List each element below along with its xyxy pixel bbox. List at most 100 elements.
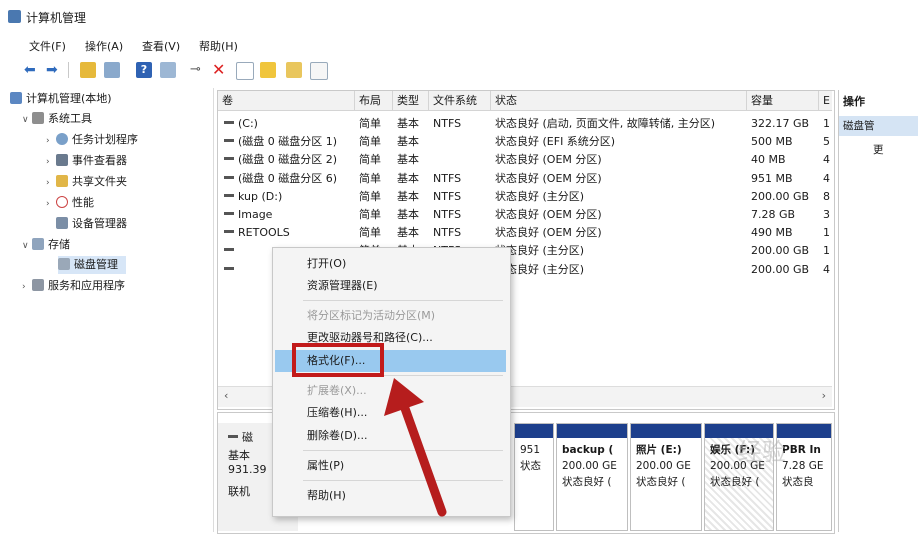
table-cell: 4 — [823, 171, 830, 185]
open-icon[interactable] — [286, 62, 302, 78]
toolbar: ⬅ ➡ ? ⊸ ✕ — [0, 58, 918, 84]
disk-type: 基本 — [228, 449, 250, 462]
tree-item-system-tools[interactable]: ∨ 系统工具 — [22, 110, 92, 128]
table-cell: 状态良好 (主分区) — [495, 189, 585, 203]
table-cell: 3 — [823, 208, 830, 221]
tree-item-performance[interactable]: › 性能 — [46, 194, 94, 212]
partition-oem[interactable]: 951 状态 — [514, 423, 554, 531]
table-row[interactable]: (磁盘 0 磁盘分区 6) 简单 基本 NTFS 状态良好 (OEM 分区) 951 MB… — [218, 170, 832, 188]
table-cell: 1 — [823, 244, 830, 258]
volume-icon — [224, 230, 234, 234]
table-cell: 简单 — [359, 117, 381, 130]
table-cell: 基本 — [397, 135, 419, 149]
disk-management-icon — [58, 258, 70, 270]
table-row[interactable]: (C:) 简单 基本 NTFS 状态良好 (启动, 页面文件, 故障转储, 主分区) 32… — [218, 115, 832, 133]
folder-icon[interactable] — [260, 62, 276, 78]
tree-item-shared-folders[interactable]: › 共享文件夹 — [46, 173, 127, 191]
table-cell: NTFS — [433, 208, 462, 221]
shared-folder-icon — [56, 175, 68, 187]
table-cell: NTFS — [433, 171, 462, 185]
table-cell: kup (D:) — [224, 188, 354, 206]
table-row[interactable]: kup (D:) 简单 基本 NTFS 状态良好 (主分区) 200.00 GB 8 — [218, 188, 832, 206]
table-cell: 状态良好 (主分区) — [495, 262, 585, 276]
table-row[interactable]: Image 简单 基本 NTFS 状态良好 (OEM 分区) 7.28 GB 3 — [218, 206, 832, 224]
scroll-right-icon[interactable]: › — [822, 389, 826, 402]
table-cell: (磁盘 0 磁盘分区 2) — [224, 151, 354, 169]
table-cell: 8 — [823, 189, 830, 203]
table-cell: 简单 — [359, 171, 381, 185]
tree-item-device-manager[interactable]: 设备管理器 — [56, 215, 127, 233]
back-icon[interactable]: ⬅ — [24, 62, 40, 78]
column-header-status[interactable]: 状态 — [491, 91, 747, 111]
column-header-capacity[interactable]: 容量 — [747, 91, 819, 111]
up-folder-icon[interactable] — [80, 62, 96, 78]
tree-item-task-scheduler[interactable]: › 任务计划程序 — [46, 131, 138, 149]
table-cell: 简单 — [359, 226, 381, 240]
column-header-type[interactable]: 类型 — [393, 91, 429, 111]
tree-item-root[interactable]: 计算机管理(本地) — [10, 90, 112, 108]
connect-icon[interactable]: ⊸ — [190, 62, 206, 78]
window-icon[interactable] — [310, 62, 328, 80]
column-header-volume[interactable]: 卷 — [218, 91, 355, 111]
table-cell: 基本 — [397, 171, 419, 185]
table-cell: 40 MB — [751, 153, 786, 167]
clock-icon — [56, 133, 68, 145]
services-icon — [32, 279, 44, 291]
checklist-icon[interactable] — [236, 62, 254, 80]
event-viewer-icon — [56, 154, 68, 166]
table-cell: 简单 — [359, 208, 381, 221]
table-cell: 状态良好 (OEM 分区) — [495, 208, 602, 221]
menu-separator — [303, 300, 503, 301]
table-cell: (磁盘 0 磁盘分区 1) — [224, 133, 354, 151]
help-icon[interactable]: ? — [136, 62, 152, 78]
menu-view[interactable]: 查看(V) — [142, 38, 180, 54]
menu-help[interactable]: 帮助(H) — [199, 38, 238, 54]
table-cell: RETOOLS — [224, 224, 354, 242]
tree-item-services-apps[interactable]: › 服务和应用程序 — [22, 277, 125, 295]
volume-icon — [224, 157, 234, 161]
table-cell: 状态良好 (EFI 系统分区) — [495, 135, 616, 149]
volume-icon — [224, 212, 234, 215]
action-more[interactable]: 更 — [873, 142, 884, 157]
disk-size: 931.39 — [228, 463, 267, 476]
device-manager-icon — [56, 217, 68, 229]
action-pane: 操作 磁盘管 更 — [838, 90, 918, 532]
table-cell: 状态良好 (主分区) — [495, 244, 585, 258]
forward-icon[interactable]: ➡ — [46, 62, 62, 78]
action-disk-management[interactable]: 磁盘管 — [839, 116, 918, 136]
partition-backup[interactable]: backup (200.00 GE 状态良好 ( — [556, 423, 628, 531]
computer-icon — [10, 92, 22, 104]
scroll-left-icon[interactable]: ‹ — [224, 389, 228, 402]
table-cell: NTFS — [433, 117, 462, 130]
column-header-free[interactable]: E — [819, 91, 832, 111]
column-header-layout[interactable]: 布局 — [355, 91, 393, 111]
table-cell: 200.00 GB — [751, 189, 810, 203]
table-row[interactable]: (磁盘 0 磁盘分区 2) 简单 基本 状态良好 (OEM 分区) 40 MB 4 — [218, 151, 832, 169]
tree-item-event-viewer[interactable]: › 事件查看器 — [46, 152, 127, 170]
menu-file[interactable]: 文件(F) — [29, 38, 66, 54]
menu-action[interactable]: 操作(A) — [85, 38, 123, 54]
computer-management-icon — [8, 10, 21, 23]
table-cell: 基本 — [397, 226, 419, 240]
performance-icon — [56, 196, 68, 208]
menu-item-open[interactable]: 打开(O) — [275, 253, 506, 275]
table-cell: (C:) — [224, 115, 354, 133]
tree-item-disk-management[interactable]: 磁盘管理 — [58, 256, 126, 274]
disk-status: 联机 — [228, 485, 250, 498]
column-header-filesystem[interactable]: 文件系统 — [429, 91, 491, 111]
properties-icon[interactable] — [160, 62, 176, 78]
menu-item-explorer[interactable]: 资源管理器(E) — [275, 275, 506, 297]
tree-item-storage[interactable]: ∨ 存储 — [22, 236, 70, 254]
navigation-tree: 计算机管理(本地) ∨ 系统工具 › 任务计划程序 › 事件查看器 › 共享文件夹 › 性… — [0, 88, 214, 532]
delete-icon[interactable]: ✕ — [212, 62, 228, 78]
volume-icon — [224, 248, 234, 252]
table-row[interactable]: RETOOLS 简单 基本 NTFS 状态良好 (OEM 分区) 490 MB 1 — [218, 224, 832, 242]
partition-photos[interactable]: 照片 (E:) 200.00 GE 状态良好 ( — [630, 423, 702, 531]
window-title: 计算机管理 — [26, 11, 87, 25]
volume-icon — [224, 175, 234, 179]
table-cell: 200.00 GB — [751, 244, 810, 258]
volume-icon — [224, 266, 234, 270]
show-hide-tree-icon[interactable] — [104, 62, 120, 78]
table-row[interactable]: (磁盘 0 磁盘分区 1) 简单 基本 状态良好 (EFI 系统分区) 500 MB 5 — [218, 133, 832, 151]
annotation-highlight-box — [292, 343, 384, 377]
